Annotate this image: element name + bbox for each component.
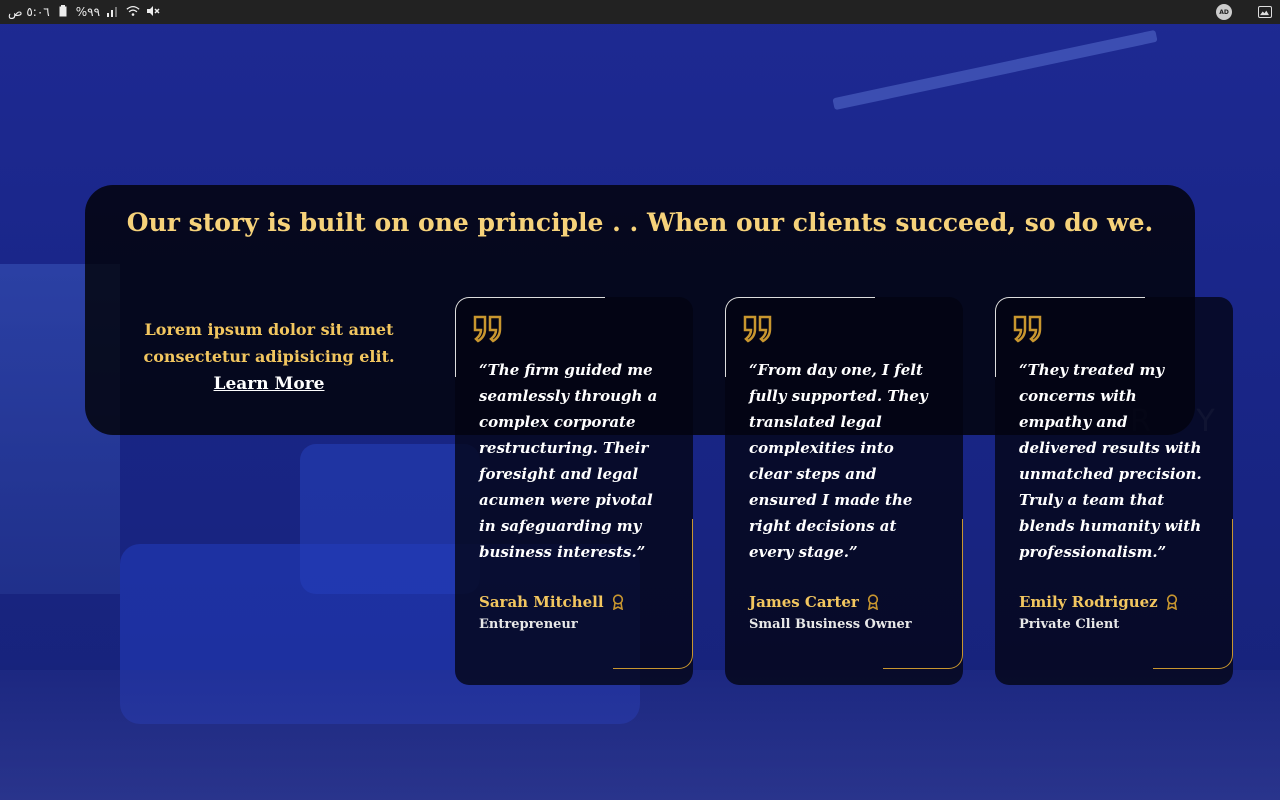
testimonial-author: James Carter (749, 593, 879, 611)
quote-icon (743, 315, 772, 343)
testimonial-card: “They treated my concerns with empathy a… (995, 297, 1233, 685)
testimonial-quote: “They treated my concerns with empathy a… (1019, 361, 1202, 561)
quote-icon (1013, 315, 1042, 343)
wifi-icon (126, 5, 140, 20)
author-name: Sarah Mitchell (479, 593, 604, 611)
floor (0, 670, 1280, 800)
quote-icon (473, 315, 502, 343)
status-bar-left: ٥:٠٦ ص %٩٩ (8, 4, 160, 20)
status-bar-right: AD (1216, 4, 1272, 20)
battery-level: %٩٩ (75, 5, 101, 19)
section-headline: Our story is built on one principle . . … (126, 208, 1154, 237)
author-name: James Carter (749, 593, 859, 611)
testimonial-card: “From day one, I felt fully supported. T… (725, 297, 963, 685)
ceiling-light (832, 29, 1158, 111)
signal-icon (106, 5, 120, 20)
testimonial-quote: “The firm guided me seamlessly through a… (479, 361, 658, 561)
status-bar: ٥:٠٦ ص %٩٩ AD (0, 0, 1280, 24)
testimonial-author: Sarah Mitchell (479, 593, 624, 611)
mute-icon (146, 5, 160, 20)
ad-icon[interactable]: AD (1216, 4, 1232, 20)
author-role: Small Business Owner (749, 617, 912, 632)
image-icon[interactable] (1258, 6, 1272, 18)
testimonial-card: “The firm guided me seamlessly through a… (455, 297, 693, 685)
intro-block: Lorem ipsum dolor sit amet consectetur a… (95, 316, 443, 398)
award-icon (612, 594, 623, 610)
award-icon (1166, 594, 1177, 610)
intro-text: Lorem ipsum dolor sit amet consectetur a… (143, 320, 395, 366)
author-role: Private Client (1019, 617, 1120, 632)
status-time: ٥:٠٦ ص (8, 5, 50, 19)
learn-more-link[interactable]: Learn More (214, 371, 325, 398)
award-icon (867, 594, 878, 610)
author-name: Emily Rodriguez (1019, 593, 1158, 611)
author-role: Entrepreneur (479, 617, 578, 632)
battery-icon (56, 4, 70, 20)
testimonial-quote: “From day one, I felt fully supported. T… (749, 361, 928, 561)
testimonial-author: Emily Rodriguez (1019, 593, 1178, 611)
